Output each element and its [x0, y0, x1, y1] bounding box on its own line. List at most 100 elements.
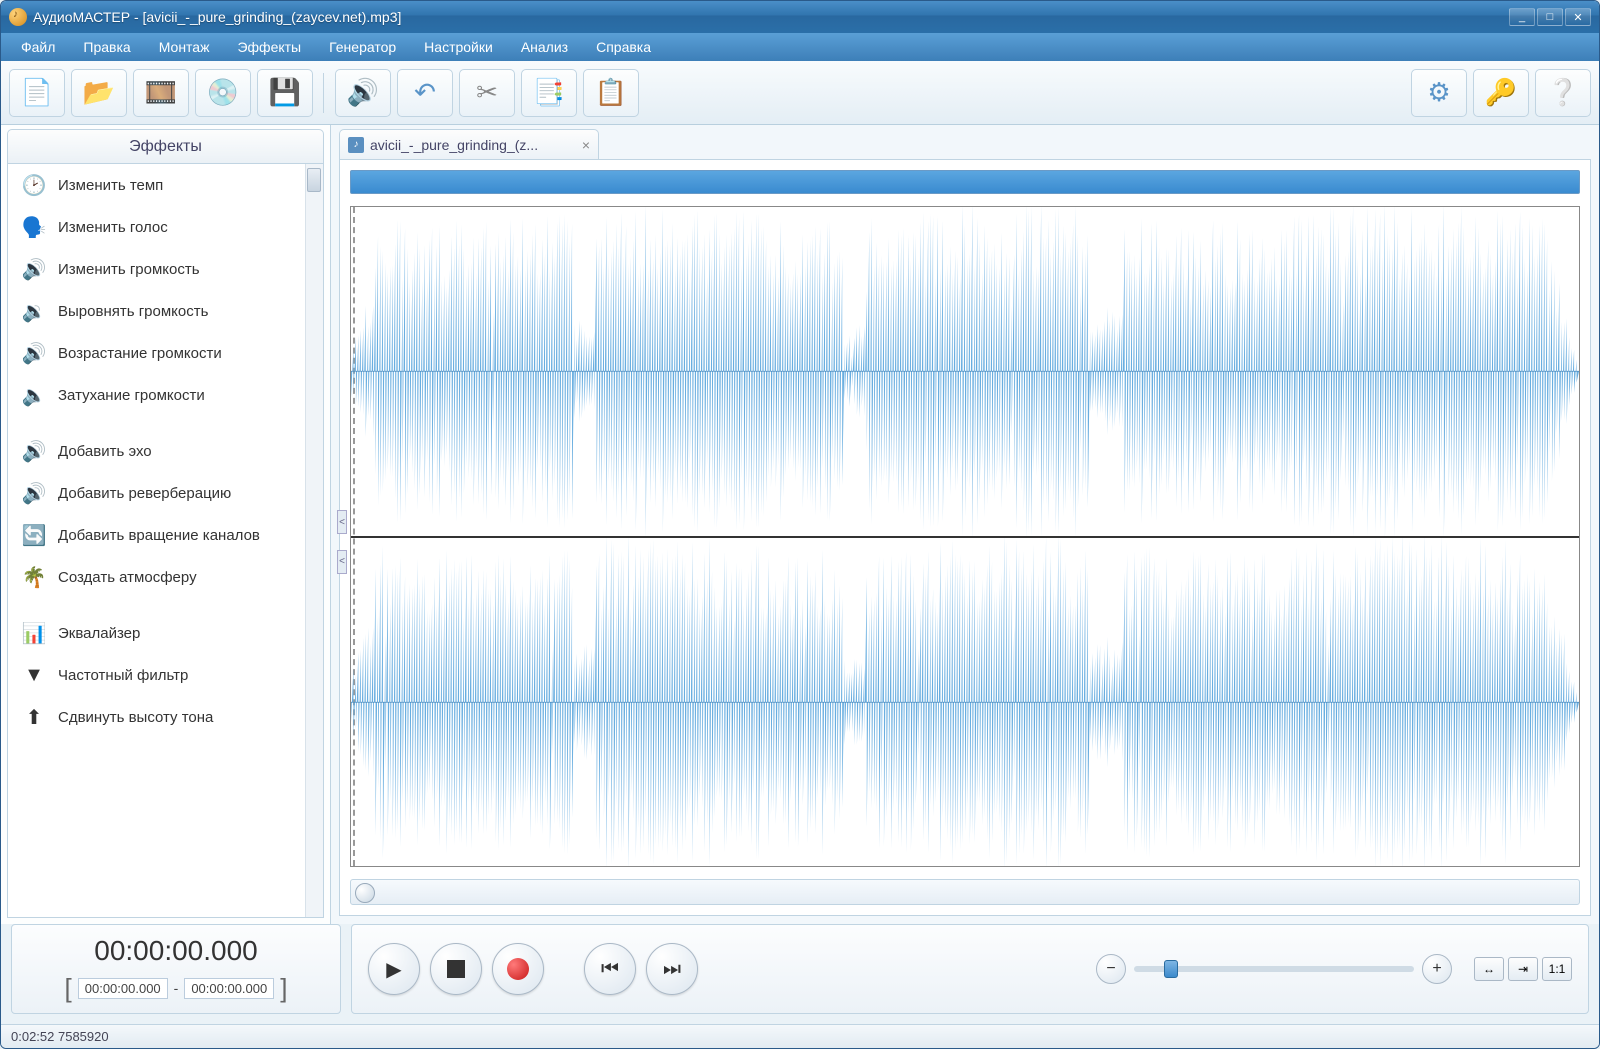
tab-close-button[interactable]: ×: [582, 137, 590, 153]
sidebar-header: Эффекты: [7, 129, 324, 163]
volume-icon: 🔊: [22, 257, 46, 281]
record-icon: [507, 958, 529, 980]
eq-icon: 📊: [22, 621, 46, 645]
save-button[interactable]: 💾: [257, 69, 313, 117]
zoom-in-button[interactable]: +: [1422, 954, 1452, 984]
splitter-collapse-top[interactable]: <: [337, 510, 347, 534]
effects-list: 🕑Изменить темп🗣️Изменить голос 🔊 Изменить …: [7, 163, 324, 918]
apply-effect-button[interactable]: 🔊: [335, 69, 391, 117]
sidebar-scrollbar[interactable]: [305, 164, 323, 917]
menu-settings[interactable]: Настройки: [410, 35, 507, 59]
menu-generator[interactable]: Генератор: [315, 35, 410, 59]
voice-icon: 🗣️: [22, 215, 46, 239]
effect-label: Выровнять громкость: [58, 303, 208, 320]
help-button[interactable]: ❔: [1535, 69, 1591, 117]
skip-end-icon: ⏭: [663, 958, 681, 981]
gear-icon: ⚙: [1427, 77, 1450, 108]
menu-analysis[interactable]: Анализ: [507, 35, 582, 59]
skip-start-icon: ⏮: [601, 958, 619, 981]
file-tab[interactable]: ♪ avicii_-_pure_grinding_(z... ×: [339, 129, 599, 159]
menu-effects[interactable]: Эффекты: [223, 35, 315, 59]
clock-icon: 🕑: [22, 173, 46, 197]
menu-file[interactable]: Файл: [7, 35, 69, 59]
window-controls: _ □ ✕: [1509, 8, 1591, 26]
key-icon: 🔑: [1485, 77, 1517, 108]
fadeout-icon: 🔈: [22, 383, 46, 407]
effect-item-voice[interactable]: 🗣️Изменить голос: [8, 206, 303, 248]
waveform-channel-right: [351, 536, 1579, 867]
record-button[interactable]: [492, 943, 544, 995]
bottom-panels: 00:00:00.000 [ 00:00:00.000 - 00:00:00.0…: [1, 924, 1599, 1024]
stop-icon: [447, 960, 465, 978]
audio-file-icon: ♪: [348, 137, 364, 153]
skip-start-button[interactable]: ⏮: [584, 943, 636, 995]
fit-width-button[interactable]: ↔: [1474, 957, 1504, 981]
effect-label: Создать атмосферу: [58, 569, 197, 586]
waveform-channel-left: [351, 207, 1579, 536]
help-icon: ❔: [1547, 77, 1579, 108]
minimize-button[interactable]: _: [1509, 8, 1535, 26]
menu-edit[interactable]: Правка: [69, 35, 144, 59]
selection-end[interactable]: 00:00:00.000: [184, 978, 274, 999]
effect-item-rotate[interactable]: 🔄Добавить вращение каналов: [8, 514, 303, 556]
effect-item-filter[interactable]: ▼Частотный фильтр: [8, 654, 303, 696]
range-separator: -: [174, 980, 179, 996]
splitter-collapse-bottom[interactable]: <: [337, 550, 347, 574]
minus-icon: −: [1106, 960, 1115, 978]
effect-item-clock[interactable]: 🕑Изменить темп: [8, 164, 303, 206]
zoom-slider[interactable]: [1134, 966, 1414, 972]
scroll-thumb[interactable]: [307, 168, 321, 192]
import-cd-button[interactable]: 💿: [195, 69, 251, 117]
menu-montage[interactable]: Монтаж: [145, 35, 224, 59]
paste-button[interactable]: 📋: [583, 69, 639, 117]
close-button[interactable]: ✕: [1565, 8, 1591, 26]
skip-end-button[interactable]: ⏭: [646, 943, 698, 995]
hscroll-thumb[interactable]: [355, 883, 375, 903]
save-icon: 💾: [269, 77, 301, 108]
fadein-icon: 🔊: [22, 341, 46, 365]
toolbar-separator: [323, 73, 325, 113]
echo-icon: 🔊: [22, 439, 46, 463]
effect-item-atmos[interactable]: 🌴 Создать атмосферу: [8, 556, 303, 598]
effect-label: Изменить громкость: [58, 261, 200, 278]
fit-selection-button[interactable]: ⇥: [1508, 957, 1538, 981]
effect-item-pitch[interactable]: ⬆Сдвинуть высоту тона: [8, 696, 303, 738]
import-video-button[interactable]: 🎞️: [133, 69, 189, 117]
cut-button[interactable]: ✂: [459, 69, 515, 117]
settings-button[interactable]: ⚙: [1411, 69, 1467, 117]
plus-icon: +: [1432, 960, 1441, 978]
zoom-thumb[interactable]: [1164, 960, 1178, 978]
undo-button[interactable]: ↶: [397, 69, 453, 117]
waveform-overview[interactable]: [350, 170, 1580, 194]
open-file-button[interactable]: 📂: [71, 69, 127, 117]
effect-label: Добавить вращение каналов: [58, 527, 260, 544]
effect-item-fadein[interactable]: 🔊 Возрастание громкости: [8, 332, 303, 374]
zoom-out-button[interactable]: −: [1096, 954, 1126, 984]
effect-item-eq[interactable]: 📊Эквалайзер: [8, 612, 303, 654]
stop-button[interactable]: [430, 943, 482, 995]
horizontal-scrollbar[interactable]: [350, 879, 1580, 905]
effect-item-reverb[interactable]: 🔊Добавить реверберацию: [8, 472, 303, 514]
waveform-area[interactable]: < <: [350, 206, 1580, 867]
effect-item-volume[interactable]: 🔊 Изменить громкость: [8, 248, 303, 290]
copy-icon: 📑: [533, 77, 565, 108]
zoom-1to1-button[interactable]: 1:1: [1542, 957, 1572, 981]
speaker-process-icon: 🔊: [347, 77, 379, 108]
tab-label: avicii_-_pure_grinding_(z...: [370, 137, 538, 153]
effect-item-normalize[interactable]: 🔉Выровнять громкость: [8, 290, 303, 332]
license-button[interactable]: 🔑: [1473, 69, 1529, 117]
effect-label: Сдвинуть высоту тона: [58, 709, 213, 726]
effect-item-echo[interactable]: 🔊Добавить эхо: [8, 430, 303, 472]
atmos-icon: 🌴: [22, 565, 46, 589]
zoom-control: − +: [1096, 954, 1452, 984]
menu-help[interactable]: Справка: [582, 35, 665, 59]
effect-label: Затухание громкости: [58, 387, 205, 404]
new-file-button[interactable]: 📄: [9, 69, 65, 117]
effect-label: Возрастание громкости: [58, 345, 222, 362]
play-button[interactable]: ▶: [368, 943, 420, 995]
selection-start[interactable]: 00:00:00.000: [78, 978, 168, 999]
copy-button[interactable]: 📑: [521, 69, 577, 117]
effect-label: Частотный фильтр: [58, 667, 188, 684]
effect-item-fadeout[interactable]: 🔈 Затухание громкости: [8, 374, 303, 416]
maximize-button[interactable]: □: [1537, 8, 1563, 26]
